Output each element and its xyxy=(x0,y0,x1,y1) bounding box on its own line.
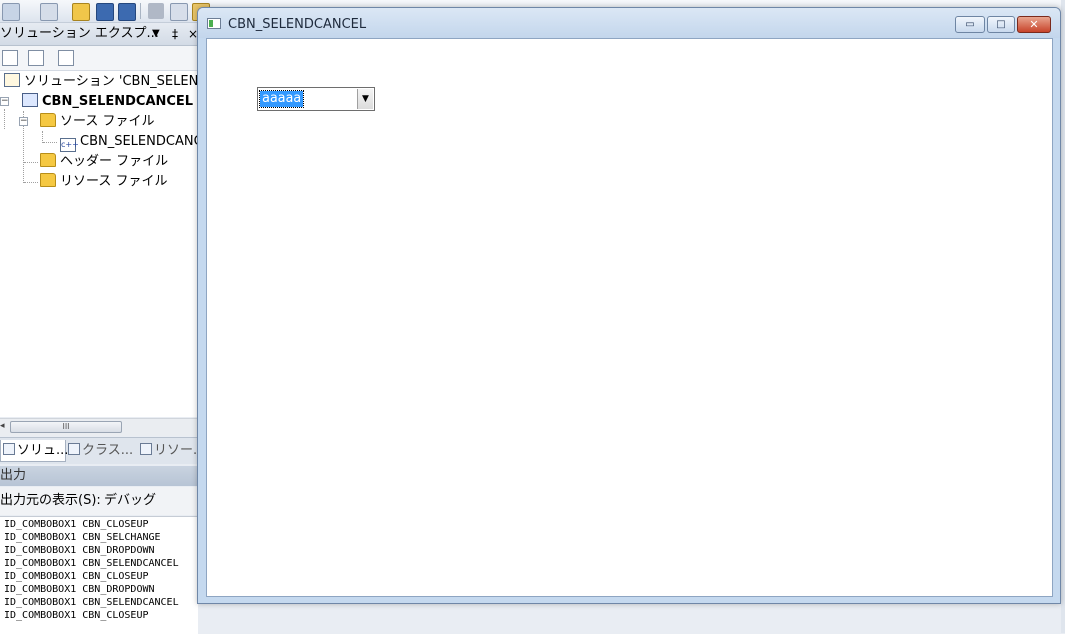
output-title: 出力 xyxy=(0,468,27,483)
tree-item-label: リソース ファイル xyxy=(60,174,168,189)
output-line: ID_COMBOBOX1 CBN_CLOSEUP xyxy=(4,610,149,621)
class-view-icon xyxy=(68,443,80,455)
output-source-label: 出力元の表示(S): xyxy=(0,493,101,508)
cpp-file-icon: c++ xyxy=(60,138,79,152)
tree-item-header-folder[interactable]: ヘッダー ファイル xyxy=(40,152,168,172)
view-code-icon[interactable] xyxy=(58,50,74,66)
folder-icon xyxy=(40,173,56,187)
toolbar-separator xyxy=(140,3,141,19)
app-window: CBN_SELENDCANCEL ▭ □ ✕ aaaaa ▼ xyxy=(197,7,1061,604)
window-titlebar[interactable]: CBN_SELENDCANCEL ▭ □ ✕ xyxy=(198,8,1060,38)
add-item-icon[interactable] xyxy=(40,3,58,21)
tree-item-solution[interactable]: ソリューション 'CBN_SELENDCANCEL' (1 プロジェクト) xyxy=(4,72,198,92)
scrollbar-thumb[interactable]: III xyxy=(10,421,122,433)
panel-tabs: ソリュ... クラス... リソー... xyxy=(0,437,205,464)
tab-label: クラス... xyxy=(82,443,134,458)
tree-item-label: ソリューション 'CBN_SELENDCANCEL' (1 プロジェクト) xyxy=(24,74,198,89)
tab-class-view[interactable]: クラス... xyxy=(66,440,138,461)
tree-item-source-folder[interactable]: ソース ファイル xyxy=(40,112,154,132)
close-button[interactable]: ✕ xyxy=(1017,16,1051,33)
output-toolbar: 出力元の表示(S): デバッグ xyxy=(0,487,198,515)
pin-icon[interactable]: ‡ xyxy=(172,23,178,45)
project-icon xyxy=(22,93,38,107)
combobox[interactable]: aaaaa ▼ xyxy=(257,87,375,111)
cut-icon[interactable] xyxy=(148,3,164,19)
solution-explorer-toolbar xyxy=(0,46,198,71)
collapse-source-folder-icon[interactable]: − xyxy=(19,117,28,126)
properties-icon[interactable] xyxy=(2,50,18,66)
tree-item-label: ヘッダー ファイル xyxy=(60,154,169,169)
tree-guide-line xyxy=(4,109,5,129)
save-icon[interactable] xyxy=(96,3,114,21)
window-title: CBN_SELENDCANCEL xyxy=(228,17,367,32)
scroll-left-icon[interactable]: ◂ xyxy=(0,421,5,431)
app-icon[interactable] xyxy=(207,18,221,29)
solution-explorer-icon xyxy=(3,443,15,455)
open-folder-icon xyxy=(40,113,56,127)
tree-guide-line xyxy=(24,162,38,163)
output-line: ID_COMBOBOX1 CBN_DROPDOWN xyxy=(4,545,155,556)
output-line: ID_COMBOBOX1 CBN_SELENDCANCEL xyxy=(4,597,179,608)
output-source-select[interactable]: デバッグ xyxy=(104,487,156,515)
output-text[interactable]: ID_COMBOBOX1 CBN_CLOSEUP ID_COMBOBOX1 CB… xyxy=(0,516,198,634)
open-folder-icon[interactable] xyxy=(72,3,90,21)
tab-resource-view[interactable]: リソー... xyxy=(138,440,205,461)
tree-item-source-file[interactable]: c++CBN_SELENDCANCEL.cpp xyxy=(60,132,198,152)
tree-item-label: CBN_SELENDCANCEL.cpp xyxy=(80,134,198,149)
copy-icon[interactable] xyxy=(170,3,188,21)
solution-explorer-title: ソリューション エクスプ... xyxy=(0,26,159,41)
minimize-button[interactable]: ▭ xyxy=(955,16,985,33)
dropdown-arrow-icon[interactable]: ▼ xyxy=(357,89,373,109)
tab-solution-explorer[interactable]: ソリュ... xyxy=(0,440,69,462)
client-area: aaaaa ▼ xyxy=(206,38,1053,597)
output-line: ID_COMBOBOX1 CBN_CLOSEUP xyxy=(4,519,149,530)
combobox-selected-text[interactable]: aaaaa xyxy=(258,90,305,108)
panel-menu-icon[interactable]: ▼ xyxy=(152,23,160,45)
output-line: ID_COMBOBOX1 CBN_DROPDOWN xyxy=(4,584,155,595)
new-item-icon[interactable] xyxy=(2,3,20,21)
output-header: 出力 xyxy=(0,466,198,486)
output-line: ID_COMBOBOX1 CBN_CLOSEUP xyxy=(4,571,149,582)
ide-right-edge xyxy=(1061,0,1065,633)
solution-icon xyxy=(4,73,20,87)
tree-item-label: CBN_SELENDCANCEL xyxy=(42,94,194,109)
solution-tree: ソリューション 'CBN_SELENDCANCEL' (1 プロジェクト) − … xyxy=(0,71,198,417)
solution-explorer-header: ソリューション エクスプ... ▼ ‡ × xyxy=(0,23,198,46)
collapse-project-icon[interactable]: − xyxy=(0,97,9,106)
output-line: ID_COMBOBOX1 CBN_SELCHANGE xyxy=(4,532,161,543)
tab-label: ソリュ... xyxy=(17,443,69,458)
tree-item-resource-folder[interactable]: リソース ファイル xyxy=(40,172,167,192)
output-line: ID_COMBOBOX1 CBN_SELENDCANCEL xyxy=(4,558,179,569)
tree-guide-line xyxy=(43,142,57,143)
save-all-icon[interactable] xyxy=(118,3,136,21)
maximize-button[interactable]: □ xyxy=(987,16,1015,33)
horizontal-scrollbar[interactable]: ◂ III xyxy=(0,418,198,436)
resource-view-icon xyxy=(140,443,152,455)
tree-guide-line xyxy=(24,182,38,183)
tree-item-project[interactable]: CBN_SELENDCANCEL xyxy=(22,92,193,112)
show-all-files-icon[interactable] xyxy=(28,50,44,66)
folder-icon xyxy=(40,153,56,167)
tree-item-label: ソース ファイル xyxy=(60,114,155,129)
